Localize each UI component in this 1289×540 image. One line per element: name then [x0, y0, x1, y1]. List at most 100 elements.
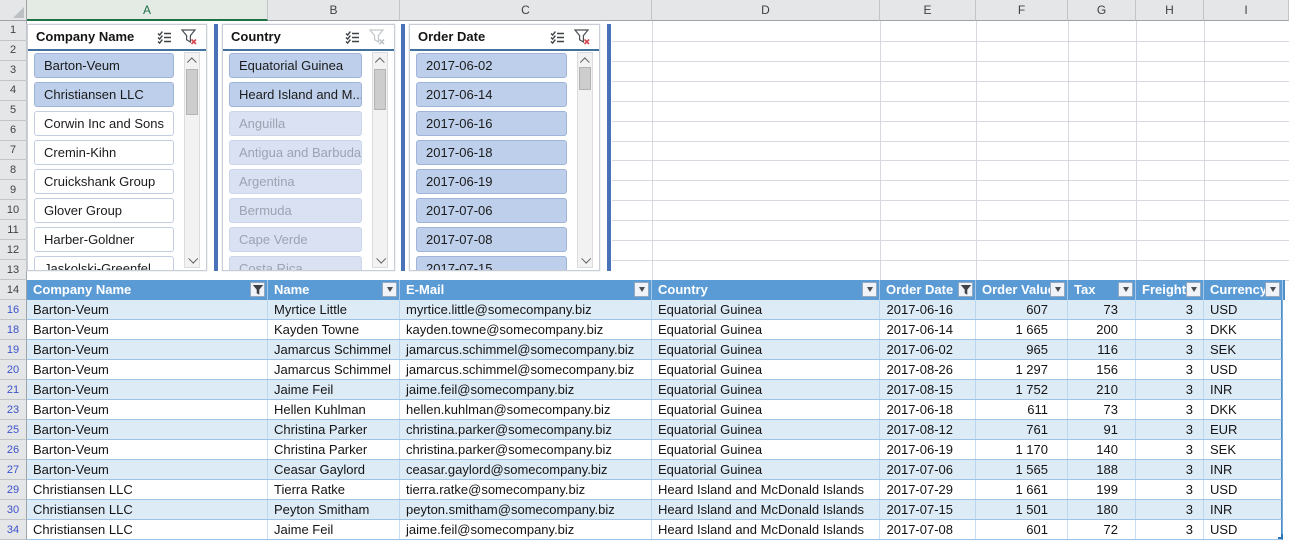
cell-name[interactable]: Myrtice Little	[268, 300, 400, 319]
cell-country[interactable]: Heard Island and McDonald Islands	[652, 480, 880, 499]
cell-order-value[interactable]: 607	[976, 300, 1068, 319]
row-header-16[interactable]: 16	[0, 300, 27, 320]
cell-tax[interactable]: 180	[1068, 500, 1136, 519]
slicer-item[interactable]: 2017-07-08	[416, 227, 567, 252]
scroll-thumb[interactable]	[186, 69, 198, 115]
cell-country[interactable]: Equatorial Guinea	[652, 340, 880, 359]
multi-select-icon[interactable]	[342, 28, 362, 46]
column-header-G[interactable]: G	[1068, 0, 1136, 21]
scroll-up-button[interactable]	[185, 54, 199, 68]
scroll-thumb[interactable]	[579, 67, 591, 90]
cell-order-date[interactable]: 2017-06-16	[880, 300, 976, 319]
cell-email[interactable]: ceasar.gaylord@somecompany.biz	[400, 460, 652, 479]
cell-currency[interactable]: USD	[1204, 520, 1283, 539]
cell-currency[interactable]: USD	[1204, 480, 1283, 499]
cell-freight[interactable]: 3	[1136, 500, 1204, 519]
filter-dropdown-button[interactable]	[862, 282, 877, 297]
cell-freight[interactable]: 3	[1136, 400, 1204, 419]
scroll-down-button[interactable]	[185, 252, 199, 266]
cell-tax[interactable]: 156	[1068, 360, 1136, 379]
slicer-item[interactable]: 2017-06-18	[416, 140, 567, 165]
cell-company[interactable]: Christiansen LLC	[27, 480, 268, 499]
cell-country[interactable]: Equatorial Guinea	[652, 460, 880, 479]
cell-freight[interactable]: 3	[1136, 520, 1204, 539]
row-header-23[interactable]: 23	[0, 400, 27, 420]
table-header-country[interactable]: Country	[652, 280, 880, 300]
slicer-item[interactable]: Argentina	[229, 169, 362, 194]
cell-company[interactable]: Barton-Veum	[27, 340, 268, 359]
row-header-9[interactable]: 9	[0, 180, 27, 200]
cell-freight[interactable]: 3	[1136, 360, 1204, 379]
row-header-20[interactable]: 20	[0, 360, 27, 380]
row-header-26[interactable]: 26	[0, 440, 27, 460]
slicer-item[interactable]: Cremin-Kihn	[34, 140, 174, 165]
cell-order-date[interactable]: 2017-07-06	[880, 460, 976, 479]
row-header-25[interactable]: 25	[0, 420, 27, 440]
cell-tax[interactable]: 199	[1068, 480, 1136, 499]
table-header-order-date[interactable]: Order Date	[880, 280, 976, 300]
cell-freight[interactable]: 3	[1136, 420, 1204, 439]
row-header-34[interactable]: 34	[0, 520, 27, 540]
table-header-company-name[interactable]: Company Name	[27, 280, 268, 300]
row-header-6[interactable]: 6	[0, 121, 27, 141]
slicer-item[interactable]: 2017-07-15	[416, 256, 567, 271]
column-header-E[interactable]: E	[880, 0, 976, 21]
row-header-14[interactable]: 14	[0, 280, 27, 300]
cell-company[interactable]: Barton-Veum	[27, 420, 268, 439]
cell-country[interactable]: Equatorial Guinea	[652, 380, 880, 399]
cell-tax[interactable]: 200	[1068, 320, 1136, 339]
row-header-10[interactable]: 10	[0, 200, 27, 220]
scroll-down-button[interactable]	[373, 252, 387, 266]
cell-email[interactable]: tierra.ratke@somecompany.biz	[400, 480, 652, 499]
cell-email[interactable]: jaime.feil@somecompany.biz	[400, 520, 652, 539]
column-header-C[interactable]: C	[400, 0, 652, 21]
cell-freight[interactable]: 3	[1136, 440, 1204, 459]
table-header-tax[interactable]: Tax	[1068, 280, 1136, 300]
table-resize-handle[interactable]	[1278, 534, 1283, 539]
cell-tax[interactable]: 91	[1068, 420, 1136, 439]
slicer-item[interactable]: 2017-07-06	[416, 198, 567, 223]
row-header-27[interactable]: 27	[0, 460, 27, 480]
column-header-I[interactable]: I	[1204, 0, 1289, 21]
cell-country[interactable]: Equatorial Guinea	[652, 420, 880, 439]
clear-filter-icon[interactable]	[572, 28, 592, 46]
cell-name[interactable]: Tierra Ratke	[268, 480, 400, 499]
select-all-corner[interactable]	[0, 0, 27, 21]
column-header-A[interactable]: A	[27, 0, 268, 21]
slicer-item[interactable]: Cruickshank Group	[34, 169, 174, 194]
slicer-item[interactable]: 2017-06-14	[416, 82, 567, 107]
slicer-scrollbar[interactable]	[577, 52, 593, 268]
cell-tax[interactable]: 140	[1068, 440, 1136, 459]
cell-company[interactable]: Christiansen LLC	[27, 520, 268, 539]
cell-company[interactable]: Barton-Veum	[27, 320, 268, 339]
cell-currency[interactable]: SEK	[1204, 440, 1283, 459]
cell-currency[interactable]: USD	[1204, 360, 1283, 379]
row-header-4[interactable]: 4	[0, 81, 27, 101]
cell-freight[interactable]: 3	[1136, 380, 1204, 399]
cell-country[interactable]: Heard Island and McDonald Islands	[652, 500, 880, 519]
cell-name[interactable]: Christina Parker	[268, 420, 400, 439]
cell-order-value[interactable]: 965	[976, 340, 1068, 359]
column-header-H[interactable]: H	[1136, 0, 1204, 21]
table-header-name[interactable]: Name	[268, 280, 400, 300]
cell-order-value[interactable]: 601	[976, 520, 1068, 539]
cell-currency[interactable]: DKK	[1204, 400, 1283, 419]
cell-country[interactable]: Equatorial Guinea	[652, 440, 880, 459]
cell-currency[interactable]: INR	[1204, 380, 1283, 399]
cell-tax[interactable]: 73	[1068, 300, 1136, 319]
slicer-order-date[interactable]: Order Date2017-06-022017-06-142017-06-16…	[409, 24, 600, 271]
slicer-item[interactable]: Equatorial Guinea	[229, 53, 362, 78]
cell-order-value[interactable]: 611	[976, 400, 1068, 419]
cell-email[interactable]: christina.parker@somecompany.biz	[400, 420, 652, 439]
row-header-18[interactable]: 18	[0, 320, 27, 340]
cell-order-date[interactable]: 2017-06-14	[880, 320, 976, 339]
cell-country[interactable]: Equatorial Guinea	[652, 320, 880, 339]
cell-email[interactable]: christina.parker@somecompany.biz	[400, 440, 652, 459]
cell-tax[interactable]: 73	[1068, 400, 1136, 419]
table-header-order-value[interactable]: Order Value	[976, 280, 1068, 300]
slicer-item[interactable]: Glover Group	[34, 198, 174, 223]
cell-freight[interactable]: 3	[1136, 300, 1204, 319]
cell-order-date[interactable]: 2017-07-29	[880, 480, 976, 499]
clear-filter-icon[interactable]	[179, 28, 199, 46]
cell-name[interactable]: Jamarcus Schimmel	[268, 360, 400, 379]
